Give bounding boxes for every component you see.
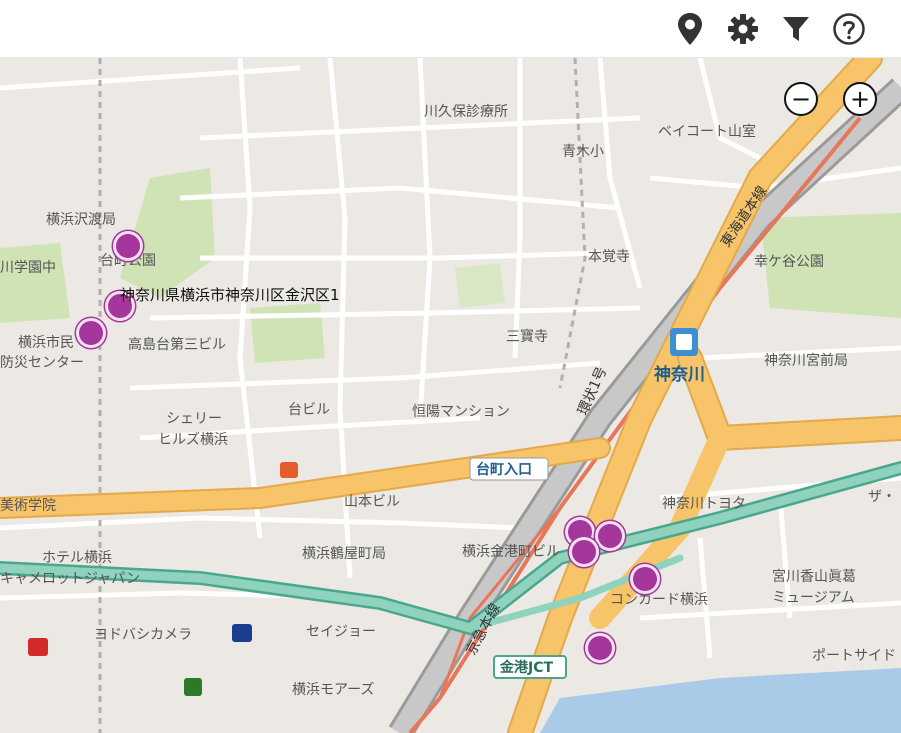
map-label: ヨドバシカメラ bbox=[94, 627, 192, 643]
jct-sign-label: 金港JCT bbox=[499, 659, 553, 676]
map-label: 防災センター bbox=[0, 355, 84, 371]
map-label: 川久保診療所 bbox=[424, 103, 508, 120]
map-label: コンカード横浜 bbox=[610, 592, 708, 608]
map-label: 幸ケ谷公園 bbox=[754, 254, 824, 270]
gear-icon[interactable] bbox=[725, 10, 761, 48]
map-label: シェリー bbox=[166, 411, 222, 427]
map-pin-icon[interactable] bbox=[672, 10, 708, 48]
map-label: 美術学院 bbox=[0, 498, 56, 514]
map-marker[interactable] bbox=[113, 231, 143, 261]
map-canvas[interactable]: 川久保診療所 青木小 ベイコート山室 本覚寺 幸ケ谷公園 横浜沢渡局 台町公園 … bbox=[0, 58, 901, 733]
map-label: 神奈川宮前局 bbox=[764, 352, 848, 369]
map-label: 神奈川トヨタ bbox=[662, 496, 746, 512]
map-label: 横浜金港町ビル bbox=[462, 544, 560, 560]
map-label: キャメロットジャパン bbox=[0, 571, 140, 587]
address-tooltip: 神奈川県横浜市神奈川区金沢区1 bbox=[120, 286, 340, 304]
map-marker[interactable] bbox=[569, 537, 599, 567]
map-marker[interactable] bbox=[595, 521, 625, 551]
park-area bbox=[455, 263, 505, 308]
map-label: 高島台第三ビル bbox=[128, 336, 226, 353]
help-icon[interactable] bbox=[831, 10, 867, 48]
map-tiles: 川久保診療所 青木小 ベイコート山室 本覚寺 幸ケ谷公園 横浜沢渡局 台町公園 … bbox=[0, 58, 901, 733]
filter-icon[interactable] bbox=[778, 10, 814, 48]
park-area bbox=[250, 303, 325, 363]
road-sign-label: 台町入口 bbox=[476, 461, 532, 478]
map-label: 横浜鶴屋町局 bbox=[302, 545, 386, 562]
map-label: ミュージアム bbox=[772, 590, 855, 606]
station-label: 神奈川 bbox=[654, 364, 705, 385]
map-marker[interactable] bbox=[585, 633, 615, 663]
park-area bbox=[0, 243, 70, 323]
map-label: 台ビル bbox=[288, 402, 330, 418]
map-label: 横浜市民 bbox=[18, 334, 74, 351]
map-label: 三寶寺 bbox=[506, 329, 548, 345]
map-label: セイジョー bbox=[306, 624, 376, 640]
map-label: ポートサイド bbox=[812, 648, 896, 664]
top-toolbar bbox=[0, 0, 901, 58]
map-label: 本覚寺 bbox=[588, 249, 630, 265]
map-label: 横浜沢渡局 bbox=[46, 212, 116, 228]
map-label: 横浜モアーズ bbox=[292, 682, 374, 698]
zoom-out-button[interactable]: − bbox=[784, 82, 818, 116]
map-label: 恒陽マンション bbox=[412, 404, 510, 420]
map-label: ヒルズ横浜 bbox=[158, 432, 228, 448]
map-marker[interactable] bbox=[76, 318, 106, 348]
map-label: 宮川香山眞葛 bbox=[772, 569, 856, 585]
zoom-in-button[interactable]: + bbox=[843, 82, 877, 116]
map-label: 山本ビル bbox=[344, 494, 400, 510]
map-label: ベイコート山室 bbox=[658, 123, 756, 140]
map-label: ザ・ bbox=[868, 489, 896, 505]
map-label: 青木小 bbox=[562, 144, 604, 160]
map-marker[interactable] bbox=[630, 564, 660, 594]
map-label: ホテル横浜 bbox=[42, 550, 112, 566]
map-label: 川学園中 bbox=[0, 260, 56, 276]
